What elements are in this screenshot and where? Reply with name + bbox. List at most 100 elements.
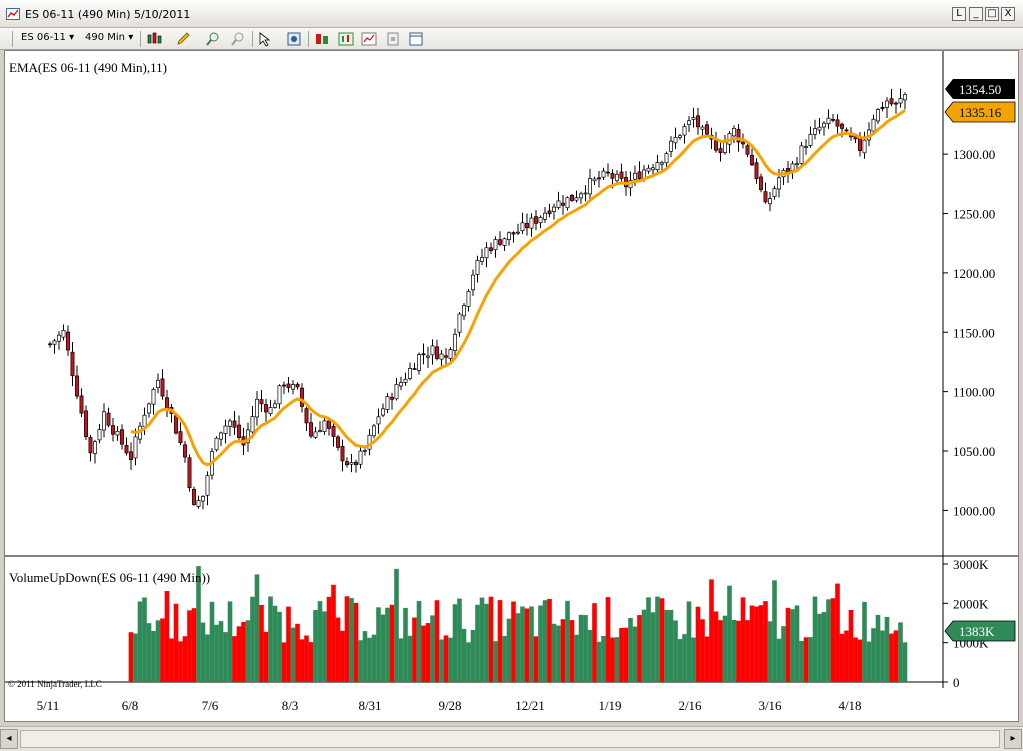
link-button[interactable]: L	[952, 7, 966, 21]
candle	[318, 430, 322, 432]
candle	[232, 420, 237, 428]
volume-bar	[205, 634, 210, 682]
scroll-thumb[interactable]	[20, 730, 1000, 748]
candle	[349, 462, 354, 465]
candle	[840, 123, 844, 129]
volume-bar	[187, 610, 192, 682]
volume-bar	[839, 633, 845, 682]
close-button[interactable]: X	[1001, 7, 1015, 21]
candle	[376, 416, 381, 425]
volume-bar	[443, 635, 449, 682]
candle	[745, 145, 750, 155]
volume-bar	[515, 613, 521, 682]
time-tick-label: 4/18	[838, 698, 861, 713]
candle	[381, 408, 385, 416]
scroll-right-button[interactable]: ▸	[1004, 729, 1022, 749]
interval-selector[interactable]: 490 Min ▾	[85, 32, 133, 43]
zoom-in-icon[interactable]	[205, 31, 221, 47]
candle	[525, 223, 529, 229]
pencil-icon[interactable]	[175, 31, 191, 47]
candle	[696, 115, 700, 128]
candle	[147, 403, 151, 414]
time-axis: 5/11 6/8 7/6 8/3 8/31 9/28 12/21 1/19 2/16 3/16 4/…	[37, 698, 862, 713]
candle	[228, 420, 232, 427]
volume-tick-label: 2000K	[953, 596, 989, 611]
cursor-icon[interactable]	[257, 31, 273, 47]
candle	[259, 399, 264, 405]
candle	[637, 171, 642, 180]
candle	[309, 422, 313, 437]
candle	[732, 128, 736, 137]
volume-bar	[466, 642, 471, 682]
candle	[304, 408, 309, 424]
chart-toolbar: ES 06-11 ▾ 490 Min ▾	[0, 28, 1023, 50]
candle	[282, 384, 286, 387]
candle	[678, 135, 682, 138]
instrument-selector[interactable]: ES 06-11 ▾	[21, 32, 74, 43]
volume-bar	[241, 621, 246, 682]
price-tick-label: 1300.00	[953, 147, 995, 162]
candle	[844, 129, 849, 132]
candle	[741, 141, 745, 145]
volume-bar	[889, 633, 894, 682]
volume-bar	[290, 627, 296, 682]
volume-bar	[547, 598, 552, 682]
volume-bar	[614, 637, 620, 682]
volume-bar	[772, 580, 777, 682]
candle	[390, 396, 394, 400]
line-chart-icon[interactable]	[361, 31, 377, 47]
candle	[822, 122, 826, 128]
toolbar-grip	[12, 31, 13, 47]
volume-bar	[214, 624, 219, 682]
volume-bar	[650, 612, 656, 682]
chart-style-icon[interactable]	[146, 31, 162, 47]
candle	[61, 330, 66, 338]
volume-bar	[659, 598, 665, 682]
price-tick-label: 1150.00	[953, 325, 995, 340]
candle	[871, 118, 876, 132]
candle	[250, 416, 255, 433]
candle	[601, 170, 606, 178]
candle	[273, 403, 277, 408]
scroll-left-button[interactable]: ◂	[0, 729, 18, 749]
candle	[196, 500, 201, 507]
candlestick-series	[48, 88, 907, 510]
volume-bar	[700, 619, 705, 682]
candle	[340, 445, 345, 462]
chevron-left-icon: ◂	[6, 733, 12, 744]
volume-bar	[250, 596, 255, 682]
chart-canvas[interactable]: 1000.00 1050.00 1100.00 1150.00 1200.00 1250.…	[5, 51, 1018, 721]
volume-bar	[182, 636, 188, 682]
volume-bar	[821, 612, 827, 682]
candle	[111, 425, 115, 435]
volume-bar	[128, 632, 134, 682]
candle	[516, 231, 520, 234]
candle	[345, 461, 349, 466]
properties-icon[interactable]	[385, 31, 401, 47]
maximize-button[interactable]: □	[985, 7, 999, 21]
candle	[430, 345, 435, 356]
candle	[57, 334, 61, 342]
candle	[493, 239, 498, 251]
volume-bar	[758, 605, 764, 682]
candle	[322, 420, 327, 432]
template-icon[interactable]	[408, 31, 424, 47]
chart-panel[interactable]: 1000.00 1050.00 1100.00 1150.00 1200.00 1250.…	[4, 50, 1019, 722]
indicators-icon[interactable]	[338, 31, 354, 47]
candle	[592, 178, 597, 182]
candle	[75, 375, 79, 397]
volume-bar	[263, 631, 269, 682]
candle	[651, 167, 655, 171]
minimize-button[interactable]: _	[969, 7, 983, 21]
strategies-icon[interactable]	[314, 31, 330, 47]
ema-line	[130, 109, 906, 467]
zoom-out-icon[interactable]	[230, 31, 246, 47]
volume-bar	[286, 606, 291, 682]
volume-value-marker: 1383K	[944, 620, 1016, 642]
data-box-icon[interactable]	[286, 31, 302, 47]
candle	[295, 383, 300, 388]
volume-bar	[461, 628, 467, 682]
volume-bar	[434, 600, 440, 682]
volume-bar	[137, 601, 143, 682]
horizontal-scrollbar[interactable]: ◂ ▸	[0, 726, 1023, 751]
